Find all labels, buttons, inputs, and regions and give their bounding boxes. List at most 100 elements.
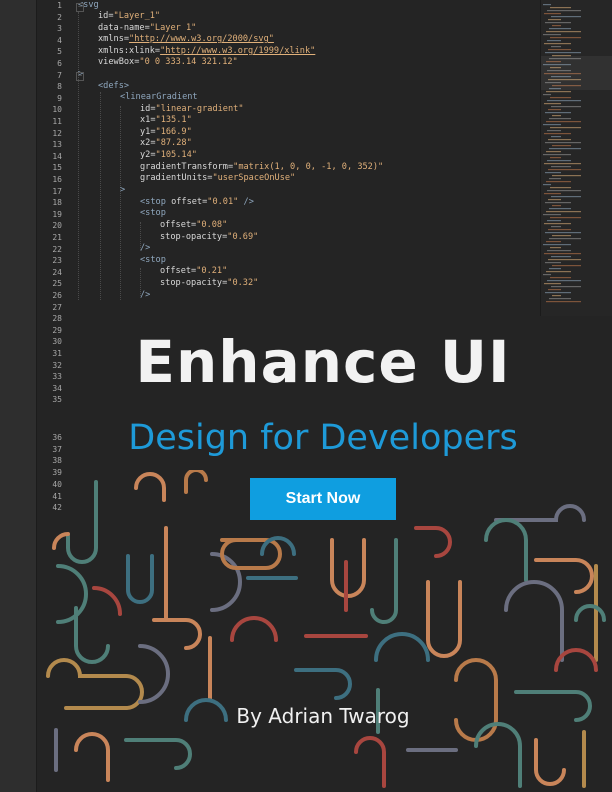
pattern-stroke — [56, 564, 88, 624]
minimap-line — [551, 226, 561, 228]
minimap-line — [543, 214, 561, 216]
code-line-26: /> — [140, 290, 150, 300]
minimap-line — [547, 250, 571, 252]
minimap-line — [549, 238, 581, 240]
minimap-line — [545, 172, 561, 174]
minimap-line — [545, 292, 571, 294]
minimap-line — [545, 232, 581, 234]
fold-marker-icon[interactable]: − — [76, 72, 84, 81]
minimap-line — [547, 280, 581, 282]
fold-marker-icon[interactable]: − — [76, 3, 84, 12]
pattern-stroke — [474, 722, 522, 788]
minimap-line — [544, 43, 571, 45]
pattern-stroke — [74, 732, 110, 782]
minimap-line — [547, 220, 561, 222]
minimap-line — [552, 25, 561, 27]
code-token: offset= — [160, 220, 197, 230]
code-token: "userSpaceOnUse" — [212, 173, 296, 183]
minimap-line — [549, 178, 561, 180]
code-token: "http://www.w3.org/1999/xlink" — [160, 46, 316, 56]
code-token: "matrix(1, 0, 0, -1, 0, 352)" — [233, 162, 384, 172]
code-token: data-name= — [98, 23, 150, 33]
code-token: offset= — [160, 266, 197, 276]
minimap-line — [543, 94, 551, 96]
code-line-15: gradientTransform="matrix(1, 0, 0, -1, 0… — [140, 162, 383, 172]
code-token: id= — [98, 11, 114, 21]
pattern-stroke — [370, 538, 398, 624]
minimap-line — [552, 205, 561, 207]
minimap-line — [552, 295, 561, 297]
minimap-line — [548, 289, 561, 291]
minimap-line — [547, 130, 561, 132]
minimap-line — [543, 34, 561, 36]
code-line-24: offset="0.21" — [160, 266, 227, 276]
code-token: y2= — [140, 150, 156, 160]
code-line-2: id="Layer_1" — [98, 11, 160, 21]
code-token: "0.69" — [227, 232, 259, 242]
pattern-stroke — [46, 658, 144, 710]
minimap-line — [548, 199, 561, 201]
code-line-6: viewBox="0 0 333.14 321.12" — [98, 57, 238, 67]
code-token: <linearGradient — [120, 92, 198, 102]
minimap-line — [543, 124, 561, 126]
code-token: "0.32" — [227, 278, 259, 288]
code-line-21: stop-opacity="0.69" — [160, 232, 258, 242]
minimap-line — [546, 271, 571, 273]
minimap-line — [548, 169, 581, 171]
left-sidebar-strip — [0, 0, 37, 792]
minimap-line — [552, 145, 571, 147]
minimap-lines — [543, 4, 581, 303]
hero-subtitle: Design for Developers — [128, 418, 518, 458]
minimap-line — [550, 37, 581, 39]
pattern-stroke — [534, 558, 594, 594]
code-token: y1= — [140, 127, 156, 137]
minimap-line — [548, 19, 561, 21]
indent-guide — [120, 106, 121, 300]
code-token: "http://www.w3.org/2000/svg" — [129, 34, 274, 44]
minimap-line — [546, 211, 581, 213]
pattern-stroke — [138, 644, 170, 704]
code-token: "Layer 1" — [149, 23, 197, 33]
minimap-line — [546, 151, 561, 153]
code-minimap[interactable] — [540, 0, 612, 316]
code-token: "87.28" — [155, 138, 192, 148]
pattern-stroke — [126, 554, 154, 604]
start-now-button[interactable]: Start Now — [250, 478, 396, 520]
minimap-line — [546, 181, 571, 183]
minimap-line — [545, 52, 581, 54]
code-token: xmlns:xlink= — [98, 46, 161, 56]
minimap-line — [550, 97, 571, 99]
minimap-viewport[interactable] — [541, 56, 612, 90]
code-token: <stop — [140, 208, 166, 218]
minimap-line — [552, 175, 581, 177]
code-token: x1= — [140, 115, 156, 125]
minimap-line — [552, 235, 571, 237]
pattern-stroke — [52, 532, 70, 550]
code-token: /> — [243, 197, 254, 207]
minimap-line — [549, 148, 581, 150]
minimap-line — [543, 4, 551, 6]
minimap-line — [548, 109, 561, 111]
code-line-18: <stop offset="0.01" /> — [140, 197, 254, 207]
minimap-line — [546, 241, 561, 243]
minimap-line — [544, 193, 561, 195]
minimap-line — [546, 31, 581, 33]
code-line-9: <linearGradient — [120, 92, 198, 102]
code-line-17: > — [120, 185, 125, 195]
minimap-line — [547, 160, 571, 162]
minimap-line — [550, 217, 581, 219]
pattern-stroke — [230, 616, 278, 642]
code-token: /> — [140, 243, 151, 253]
minimap-line — [552, 265, 581, 267]
pattern-stroke — [454, 658, 498, 742]
pattern-stroke — [414, 526, 452, 558]
pattern-stroke — [134, 472, 166, 502]
pattern-stroke — [294, 668, 352, 700]
minimap-line — [544, 133, 571, 135]
pattern-stroke — [484, 518, 528, 582]
code-line-22: /> — [140, 243, 150, 253]
minimap-line — [543, 154, 571, 156]
code-token: "0.21" — [196, 266, 228, 276]
minimap-line — [547, 190, 581, 192]
code-line-8: <defs> — [98, 81, 129, 91]
